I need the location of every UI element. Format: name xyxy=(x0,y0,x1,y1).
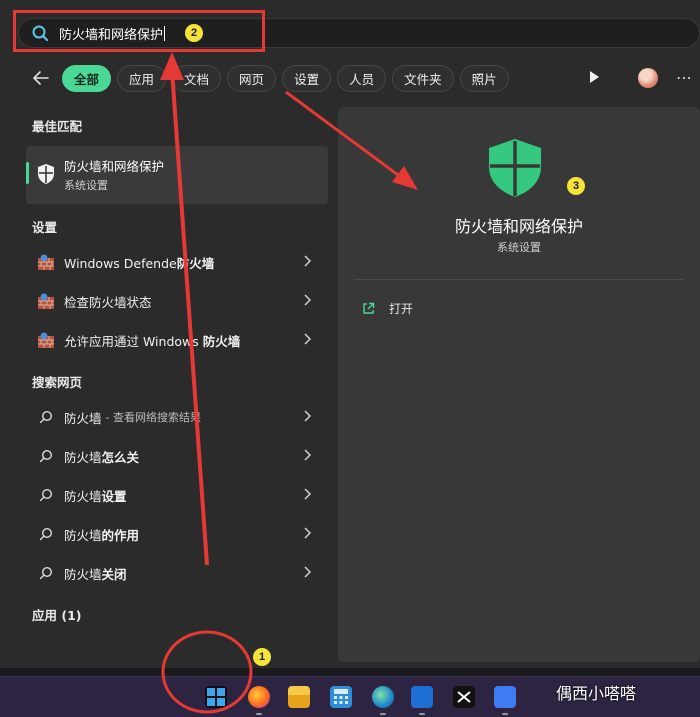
chevron-right-icon xyxy=(304,410,312,422)
section-web-search: 搜索网页 xyxy=(32,375,83,390)
best-match-title: 防火墙和网络保护 xyxy=(64,159,165,174)
firewall-brick-icon xyxy=(36,252,56,272)
search-icon xyxy=(36,407,56,427)
play-more-filters-icon[interactable] xyxy=(588,70,600,84)
settings-result-item[interactable]: Windows Defende防火墙 xyxy=(26,244,328,280)
filter-documents[interactable]: 文档 xyxy=(172,64,222,92)
settings-result-item[interactable]: 检查防火墙状态 xyxy=(26,283,328,319)
section-settings: 设置 xyxy=(32,220,58,235)
windows-logo-icon xyxy=(207,688,225,706)
chevron-right-icon xyxy=(304,527,312,539)
firewall-brick-icon xyxy=(36,330,56,350)
running-indicator xyxy=(502,713,508,715)
chevron-right-icon xyxy=(304,488,312,500)
search-icon xyxy=(36,563,56,583)
open-action[interactable]: 打开 xyxy=(362,300,413,317)
more-options-icon[interactable]: ⋯ xyxy=(676,68,692,87)
search-icon xyxy=(36,524,56,544)
filter-settings[interactable]: 设置 xyxy=(282,64,332,92)
filter-photos[interactable]: 照片 xyxy=(459,64,509,92)
annotation-highlight-box xyxy=(13,10,265,52)
detail-subtitle: 系统设置 xyxy=(497,241,541,254)
account-avatar[interactable] xyxy=(638,68,658,88)
filter-all[interactable]: 全部 xyxy=(62,64,112,92)
chat-app-icon[interactable] xyxy=(494,686,516,708)
web-result-item[interactable]: 防火墙怎么关 xyxy=(26,438,328,474)
firewall-brick-icon xyxy=(36,291,56,311)
settings-result-item[interactable]: 允许应用通过 Windows 防火墙 xyxy=(26,322,328,358)
item-text: 防火墙 xyxy=(64,527,102,543)
search-icon xyxy=(36,485,56,505)
start-search-panel: 防火墙和网络保护 全部 应用 文档 网页 设置 人员 文件夹 照片 ⋯ 最佳匹配… xyxy=(0,0,700,668)
item-text-highlight: 怎么关 xyxy=(101,449,140,465)
web-result-item[interactable]: 防火墙关闭 xyxy=(26,555,328,591)
filter-apps[interactable]: 应用 xyxy=(117,64,167,92)
annotation-badge-1: 1 xyxy=(253,648,271,666)
filter-bar: 全部 应用 文档 网页 设置 人员 文件夹 照片 ⋯ xyxy=(26,62,700,94)
item-text-highlight: 的作用 xyxy=(101,527,140,543)
item-text: 防火墙 xyxy=(64,488,102,504)
watermark: 偶西小嗒嗒 xyxy=(556,684,637,703)
running-indicator xyxy=(380,713,386,715)
item-text: 防火墙 xyxy=(64,410,102,426)
shield-icon xyxy=(489,139,541,197)
chevron-right-icon xyxy=(304,333,312,345)
chevron-right-icon xyxy=(304,449,312,461)
calculator-icon[interactable] xyxy=(330,686,352,708)
browser-globe-icon[interactable] xyxy=(372,686,394,708)
item-text: 检查防火墙状态 xyxy=(64,294,152,310)
item-text: 允许应用通过 Windows xyxy=(64,333,203,349)
running-indicator xyxy=(256,713,262,715)
item-hint: - 查看网络搜索结果 xyxy=(105,411,201,424)
item-text-highlight: 设置 xyxy=(101,488,127,504)
search-icon xyxy=(36,446,56,466)
web-result-item[interactable]: 防火墙设置 xyxy=(26,477,328,513)
filter-web[interactable]: 网页 xyxy=(227,64,277,92)
section-apps: 应用 (1) xyxy=(32,608,82,623)
web-result-item[interactable]: 防火墙的作用 xyxy=(26,516,328,552)
capcut-icon[interactable] xyxy=(453,686,475,708)
filter-folders[interactable]: 文件夹 xyxy=(392,64,454,92)
running-indicator xyxy=(419,713,425,715)
open-external-icon xyxy=(363,302,375,314)
best-match-result[interactable]: 防火墙和网络保护 系统设置 xyxy=(26,146,328,204)
item-text-highlight: 防火墙 xyxy=(202,333,241,349)
item-text-highlight: 防火墙 xyxy=(176,255,215,271)
start-button[interactable] xyxy=(205,686,227,708)
file-explorer-icon[interactable] xyxy=(288,686,310,708)
chevron-right-icon xyxy=(304,294,312,306)
item-text: 防火墙 xyxy=(64,566,102,582)
shield-icon xyxy=(38,164,54,184)
annotation-badge-3: 3 xyxy=(567,177,585,195)
detail-title: 防火墙和网络保护 xyxy=(454,217,583,236)
web-result-item[interactable]: 防火墙 - 查看网络搜索结果 xyxy=(26,399,328,435)
detail-pane: 防火墙和网络保护 系统设置 打开 xyxy=(338,107,700,662)
filter-people[interactable]: 人员 xyxy=(337,64,387,92)
video-editor-icon[interactable] xyxy=(411,686,433,708)
item-text: 防火墙 xyxy=(64,449,102,465)
annotation-badge-2: 2 xyxy=(185,24,203,42)
item-text: Windows Defende xyxy=(64,255,177,271)
selection-indicator xyxy=(26,162,29,184)
section-best-match: 最佳匹配 xyxy=(32,119,83,134)
divider xyxy=(354,279,684,280)
chevron-right-icon xyxy=(304,255,312,267)
open-label: 打开 xyxy=(389,302,414,316)
back-arrow-icon[interactable] xyxy=(26,63,56,93)
item-text-highlight: 关闭 xyxy=(101,566,127,582)
best-match-subtitle: 系统设置 xyxy=(64,179,108,192)
firefox-icon[interactable] xyxy=(248,686,270,708)
chevron-right-icon xyxy=(304,566,312,578)
